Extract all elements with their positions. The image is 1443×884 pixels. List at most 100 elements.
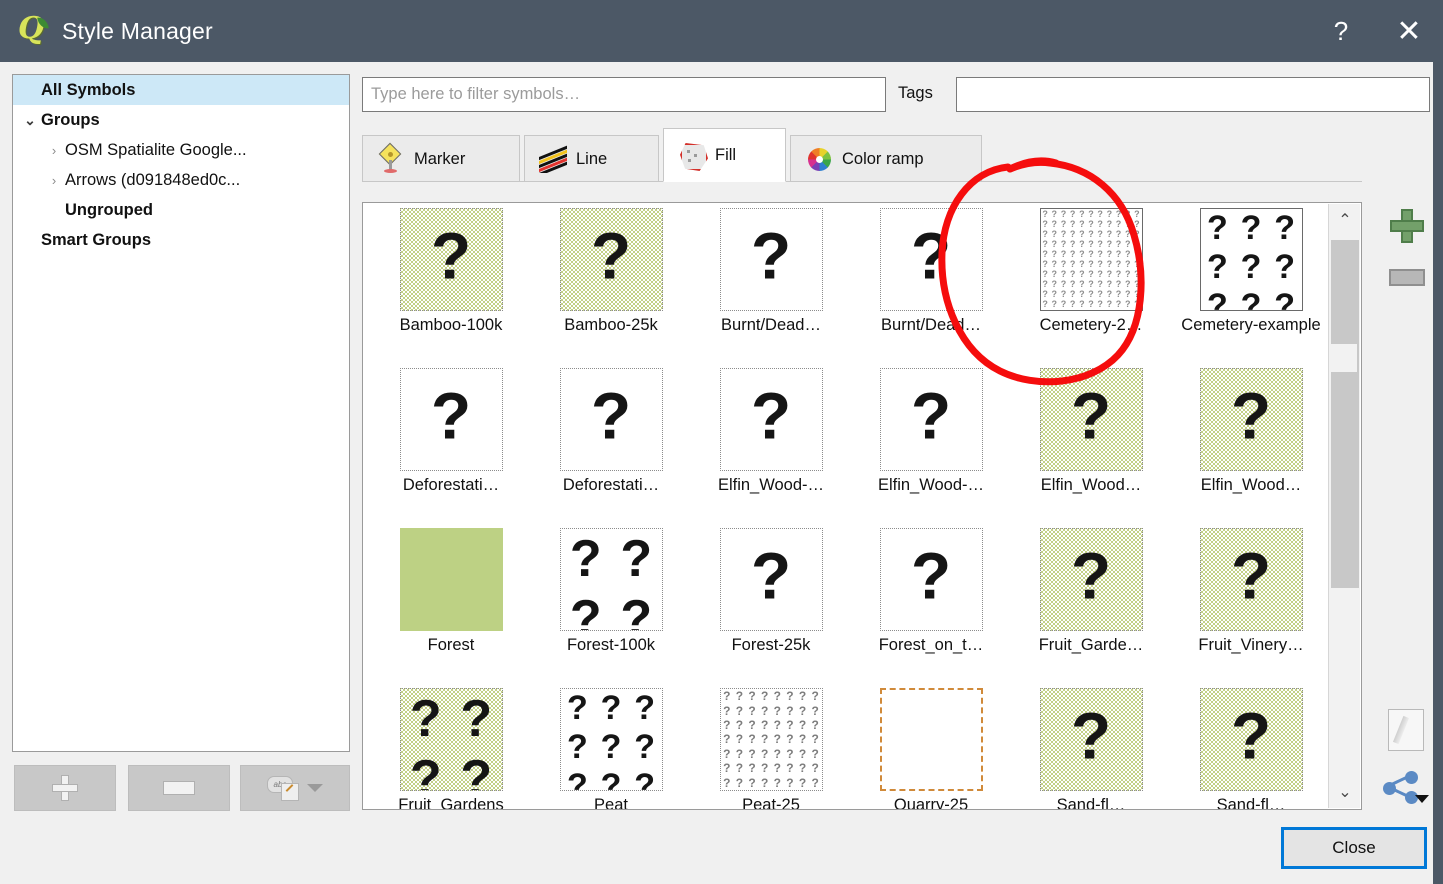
symbol-item[interactable]: ???? Fruit_Gardens — [371, 688, 531, 809]
sidebar-item-ungrouped[interactable]: Ungrouped — [13, 195, 349, 225]
remove-symbol-button[interactable] — [1389, 268, 1425, 286]
sidebar-item-groups[interactable]: ⌄ Groups — [13, 105, 349, 135]
symbol-preview — [879, 688, 983, 791]
search-placeholder: Type here to filter symbols… — [371, 85, 581, 103]
share-button[interactable] — [1381, 770, 1429, 804]
symbol-item[interactable]: ? Elfin_Wood-… — [691, 368, 851, 528]
edit-page-icon — [1388, 709, 1424, 751]
sidebar-item-label: Groups — [41, 110, 100, 129]
symbol-preview: ? — [559, 208, 663, 311]
symbol-item[interactable]: ? Bamboo-100k — [371, 208, 531, 368]
sidebar-item-label: All Symbols — [41, 80, 136, 99]
scroll-up-icon[interactable]: ⌃ — [1329, 204, 1361, 236]
symbol-preview: ? — [1199, 688, 1303, 791]
qgis-logo-icon: Q — [18, 14, 49, 46]
close-button[interactable]: Close — [1281, 827, 1427, 869]
symbol-item[interactable]: ? Sand-fl… — [1011, 688, 1171, 810]
symbol-item[interactable]: Quarry-25 — [851, 688, 1011, 809]
chevron-down-icon — [307, 784, 323, 792]
tags-input[interactable] — [956, 77, 1430, 112]
tab-label: Marker — [414, 149, 466, 168]
symbol-type-tabs[interactable]: Marker Line Fill Color ramp — [362, 128, 1362, 182]
symbol-item[interactable]: ????????? Peat — [531, 688, 691, 810]
tab-line[interactable]: Line — [524, 135, 659, 182]
symbol-label: Deforestati… — [562, 476, 660, 494]
symbol-label: Peat — [594, 796, 628, 810]
window-title: Style Manager — [62, 17, 213, 44]
symbol-item[interactable]: ? Deforestati… — [371, 368, 531, 528]
symbol-grid-frame[interactable]: ? Bamboo-100k? Bamboo-25k? Burnt/Dead…? Burn… — [362, 202, 1362, 810]
vertical-scrollbar[interactable]: ⌃ ⌄ — [1328, 204, 1360, 808]
symbol-label: Burnt/Dead… — [881, 316, 981, 334]
add-group-button[interactable] — [14, 765, 116, 811]
help-button[interactable]: ? — [1307, 0, 1375, 62]
symbol-item[interactable]: ? Elfin_Wood… — [1011, 368, 1171, 528]
sidebar-item-all-symbols[interactable]: All Symbols — [13, 75, 349, 105]
group-tree[interactable]: All Symbols ⌄ Groups › OSM Spatialite Google… — [12, 74, 350, 752]
title-bar-buttons: ? ✕ — [1307, 0, 1443, 62]
symbol-item[interactable]: ? Elfin_Wood… — [1171, 368, 1331, 528]
symbol-grid[interactable]: ? Bamboo-100k? Bamboo-25k? Burnt/Dead…? Burn… — [363, 203, 1328, 809]
minus-icon — [163, 781, 195, 795]
chevron-icon[interactable]: ⌄ — [19, 112, 41, 129]
symbol-label: Bamboo-25k — [564, 316, 658, 334]
symbol-item[interactable]: ???? Forest-100k — [531, 528, 691, 688]
symbol-label: Forest — [427, 636, 475, 654]
sidebar-item-osm-spatialite-google[interactable]: › OSM Spatialite Google... — [13, 135, 349, 165]
symbol-preview — [399, 528, 503, 631]
symbol-item[interactable]: ????????????????????????????????????????… — [691, 688, 851, 810]
symbol-label: Fruit_Garde… — [1038, 636, 1144, 654]
add-symbol-button[interactable] — [1389, 208, 1425, 244]
rename-group-button[interactable]: abc — [240, 765, 350, 811]
scrollbar-thumb[interactable] — [1331, 240, 1359, 588]
symbol-label: Burnt/Dead… — [721, 316, 821, 334]
share-icon — [1383, 771, 1429, 804]
sidebar-item-label: OSM Spatialite Google... — [65, 140, 247, 159]
symbol-item[interactable]: ? Elfin_Wood-… — [851, 368, 1011, 528]
scroll-down-icon[interactable]: ⌄ — [1329, 776, 1361, 808]
search-input[interactable]: Type here to filter symbols… — [362, 77, 886, 112]
symbol-item[interactable]: Forest — [371, 528, 531, 688]
edit-symbol-button[interactable] — [1387, 709, 1425, 751]
tab-color-ramp[interactable]: Color ramp — [790, 135, 982, 182]
symbol-label: Peat-25 — [742, 796, 800, 810]
tab-underline — [362, 181, 1362, 182]
sidebar-item-arrows-d091848ed0c[interactable]: › Arrows (d091848ed0c... — [13, 165, 349, 195]
symbol-item[interactable]: ????????????????????????????????????????… — [1011, 208, 1171, 368]
close-icon[interactable]: ✕ — [1375, 0, 1443, 62]
color-ramp-icon — [805, 145, 833, 173]
symbol-preview: ? — [879, 368, 983, 471]
symbol-preview: ? — [559, 368, 663, 471]
symbol-preview: ? — [1199, 528, 1303, 631]
symbol-item[interactable]: ? Burnt/Dead… — [691, 208, 851, 368]
tab-label: Fill — [715, 145, 737, 164]
symbol-item[interactable]: ? Fruit_Garde… — [1011, 528, 1171, 688]
symbol-item[interactable]: ? Deforestati… — [531, 368, 691, 528]
symbol-label: Forest-100k — [566, 636, 656, 654]
symbol-item[interactable]: ????????? Cemetery-example — [1171, 208, 1331, 368]
symbol-item[interactable]: ? Sand-fl… — [1171, 688, 1331, 809]
sidebar-item-smart-groups[interactable]: Smart Groups — [13, 225, 349, 255]
tab-fill[interactable]: Fill — [663, 128, 786, 182]
symbol-item[interactable]: ? Fruit_Vinery… — [1171, 528, 1331, 688]
symbol-item[interactable]: ? Bamboo-25k — [531, 208, 691, 368]
scrollbar-notch — [1331, 344, 1357, 372]
symbol-item[interactable]: ? Forest_on_t… — [851, 528, 1011, 688]
sidebar-item-label: Ungrouped — [65, 200, 153, 219]
chevron-icon[interactable]: › — [43, 173, 65, 188]
symbol-item[interactable]: ? Burnt/Dead… — [851, 208, 1011, 368]
symbol-label: Forest_on_t… — [878, 636, 984, 654]
chevron-icon[interactable]: › — [43, 143, 65, 158]
symbol-label: Sand-fl… — [1056, 796, 1126, 810]
rename-abc-icon: abc — [267, 776, 301, 801]
tab-marker[interactable]: Marker — [362, 135, 520, 182]
symbol-item[interactable]: ? Forest-25k — [691, 528, 851, 688]
symbol-preview: ????????? — [1199, 208, 1303, 311]
symbol-preview: ? — [1039, 528, 1143, 631]
symbol-preview: ????????? — [559, 688, 663, 791]
symbol-label: Deforestati… — [402, 476, 500, 494]
symbol-preview: ? — [719, 528, 823, 631]
symbol-label: Cemetery-example — [1181, 316, 1321, 334]
symbol-preview: ? — [879, 528, 983, 631]
remove-group-button[interactable] — [128, 765, 230, 811]
